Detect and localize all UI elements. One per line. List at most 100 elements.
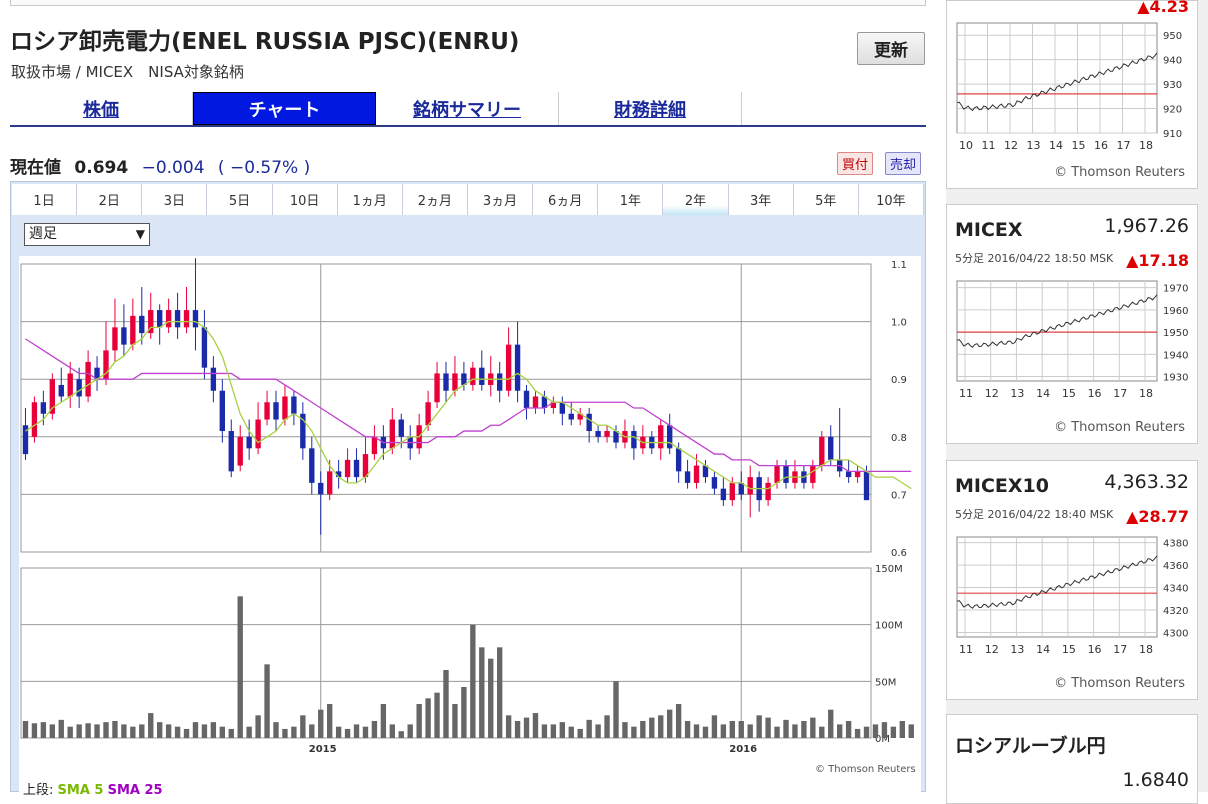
volume-bar: [881, 722, 888, 738]
sma5-line: [25, 320, 912, 490]
x-tick-label: 2015: [309, 744, 337, 755]
period-6[interactable]: 2ヵ月: [402, 184, 468, 215]
volume-bar: [667, 709, 673, 738]
candle-body: [157, 310, 163, 328]
mini-tick-label: 4340: [1163, 584, 1188, 595]
volume-bar: [407, 724, 413, 738]
volume-tick-label: 100M: [875, 621, 903, 632]
volume-bar: [318, 709, 324, 738]
period-13[interactable]: 10年: [858, 184, 924, 215]
volume-bar: [237, 596, 243, 738]
volume-bar: [282, 728, 288, 738]
period-4[interactable]: 10日: [272, 184, 338, 215]
volume-bar: [461, 687, 467, 738]
volume-bar: [854, 728, 861, 738]
volume-bar: [416, 704, 422, 738]
volume-bar: [845, 721, 852, 738]
volume-bar: [228, 728, 234, 738]
price-tick-label: 0.8: [891, 433, 907, 444]
chart-credit: © Thomson Reuters: [1054, 676, 1185, 691]
mini-x-label: 15: [1062, 387, 1076, 400]
volume-bar: [246, 726, 252, 738]
tab-bar: 株価 チャート 銘柄サマリー 財務詳細: [10, 92, 926, 127]
volume-bar: [559, 722, 565, 738]
candle-body: [604, 431, 610, 437]
tab-financials[interactable]: 財務詳細: [559, 92, 742, 125]
mini-x-label: 11: [959, 643, 973, 656]
candle-body: [774, 465, 780, 483]
candle-body: [130, 315, 136, 345]
candle-body: [264, 402, 270, 420]
period-selector: 1日 2日 3日 5日 10日 1ヵ月 2ヵ月 3ヵ月 6ヵ月 1年 2年 3年 5年 10年: [12, 184, 924, 215]
volume-bar: [577, 728, 583, 738]
period-0[interactable]: 1日: [12, 184, 78, 215]
chart-panel: 1日 2日 3日 5日 10日 1ヵ月 2ヵ月 3ヵ月 6ヵ月 1年 2年 3年 5年 10年 週足 ▼ …: [10, 181, 926, 798]
tab-stock-price[interactable]: 株価: [10, 92, 193, 125]
volume-bar: [890, 726, 897, 738]
mini-x-label: 16: [1088, 387, 1102, 400]
candle-body: [693, 465, 700, 483]
period-5[interactable]: 1ヵ月: [337, 184, 403, 215]
volume-bar: [291, 726, 297, 738]
x-tick-label: 2016: [729, 744, 757, 755]
candle-body: [452, 373, 458, 391]
period-9[interactable]: 1年: [598, 184, 664, 215]
volume-bar: [783, 719, 789, 738]
candle-body: [174, 310, 181, 328]
mini-x-label: 16: [1094, 139, 1108, 152]
candle-body: [121, 327, 127, 345]
candle-body: [720, 488, 727, 501]
volume-bar: [273, 722, 279, 738]
mini-chart: 950 940 930 920 910 10 11 12 13 14 15 16 17 18: [956, 22, 1182, 152]
period-3[interactable]: 5日: [207, 184, 273, 215]
candle-body: [711, 477, 718, 489]
volume-bar: [586, 719, 592, 738]
mini-tick-label: 930: [1163, 80, 1182, 91]
main-panel: ロシア卸売電力(ENEL RUSSIA PJSC)(ENRU) 取扱市場 / M…: [0, 0, 935, 798]
index-change: ▲17.18: [1126, 251, 1189, 270]
volume-bar: [300, 715, 306, 738]
buy-button[interactable]: 買付: [837, 152, 874, 175]
volume-bar: [327, 704, 333, 738]
sell-button[interactable]: 売却: [885, 152, 922, 175]
mini-x-label: 13: [1010, 387, 1024, 400]
mini-x-label: 11: [982, 139, 996, 152]
period-11[interactable]: 3年: [728, 184, 794, 215]
mini-tick-label: 4380: [1163, 539, 1188, 550]
volume-bar: [353, 724, 360, 738]
volume-bar: [139, 724, 145, 738]
period-8[interactable]: 6ヵ月: [533, 184, 599, 215]
volume-bar: [371, 721, 378, 738]
candle-body: [344, 459, 351, 478]
index-card-micex: MICEX 1,967.26 5分足 2016/04/22 18:50 MSK …: [946, 204, 1198, 444]
index-name: MICEX10: [955, 475, 1049, 497]
mini-tick-label: 4300: [1163, 629, 1188, 640]
volume-bar: [344, 728, 351, 738]
candle-body: [854, 471, 861, 478]
candle-body: [371, 436, 378, 455]
index-value: 1,967.26: [1104, 215, 1189, 237]
candle-body: [246, 436, 252, 449]
candle-body: [192, 310, 199, 328]
candle-body: [353, 459, 360, 478]
period-7[interactable]: 3ヵ月: [467, 184, 534, 215]
volume-bar: [452, 704, 458, 738]
candle-body: [863, 471, 870, 501]
candle-body: [497, 373, 503, 391]
tab-chart[interactable]: チャート: [193, 92, 376, 125]
tab-summary[interactable]: 銘柄サマリー: [376, 92, 559, 125]
mini-x-label: 15: [1062, 643, 1076, 656]
period-1[interactable]: 2日: [77, 184, 143, 215]
volume-bar: [631, 726, 637, 738]
interval-select[interactable]: 週足 ▼: [24, 223, 150, 246]
period-12[interactable]: 5年: [793, 184, 859, 215]
volume-bar: [532, 713, 539, 738]
volume-bar: [640, 721, 646, 738]
refresh-button[interactable]: 更新: [857, 32, 925, 65]
period-10[interactable]: 2年: [663, 184, 729, 215]
period-2[interactable]: 3日: [142, 184, 208, 215]
volume-bar: [505, 715, 512, 738]
candle-body: [31, 402, 38, 437]
candle-body: [40, 402, 47, 414]
volume-bar: [85, 723, 91, 738]
